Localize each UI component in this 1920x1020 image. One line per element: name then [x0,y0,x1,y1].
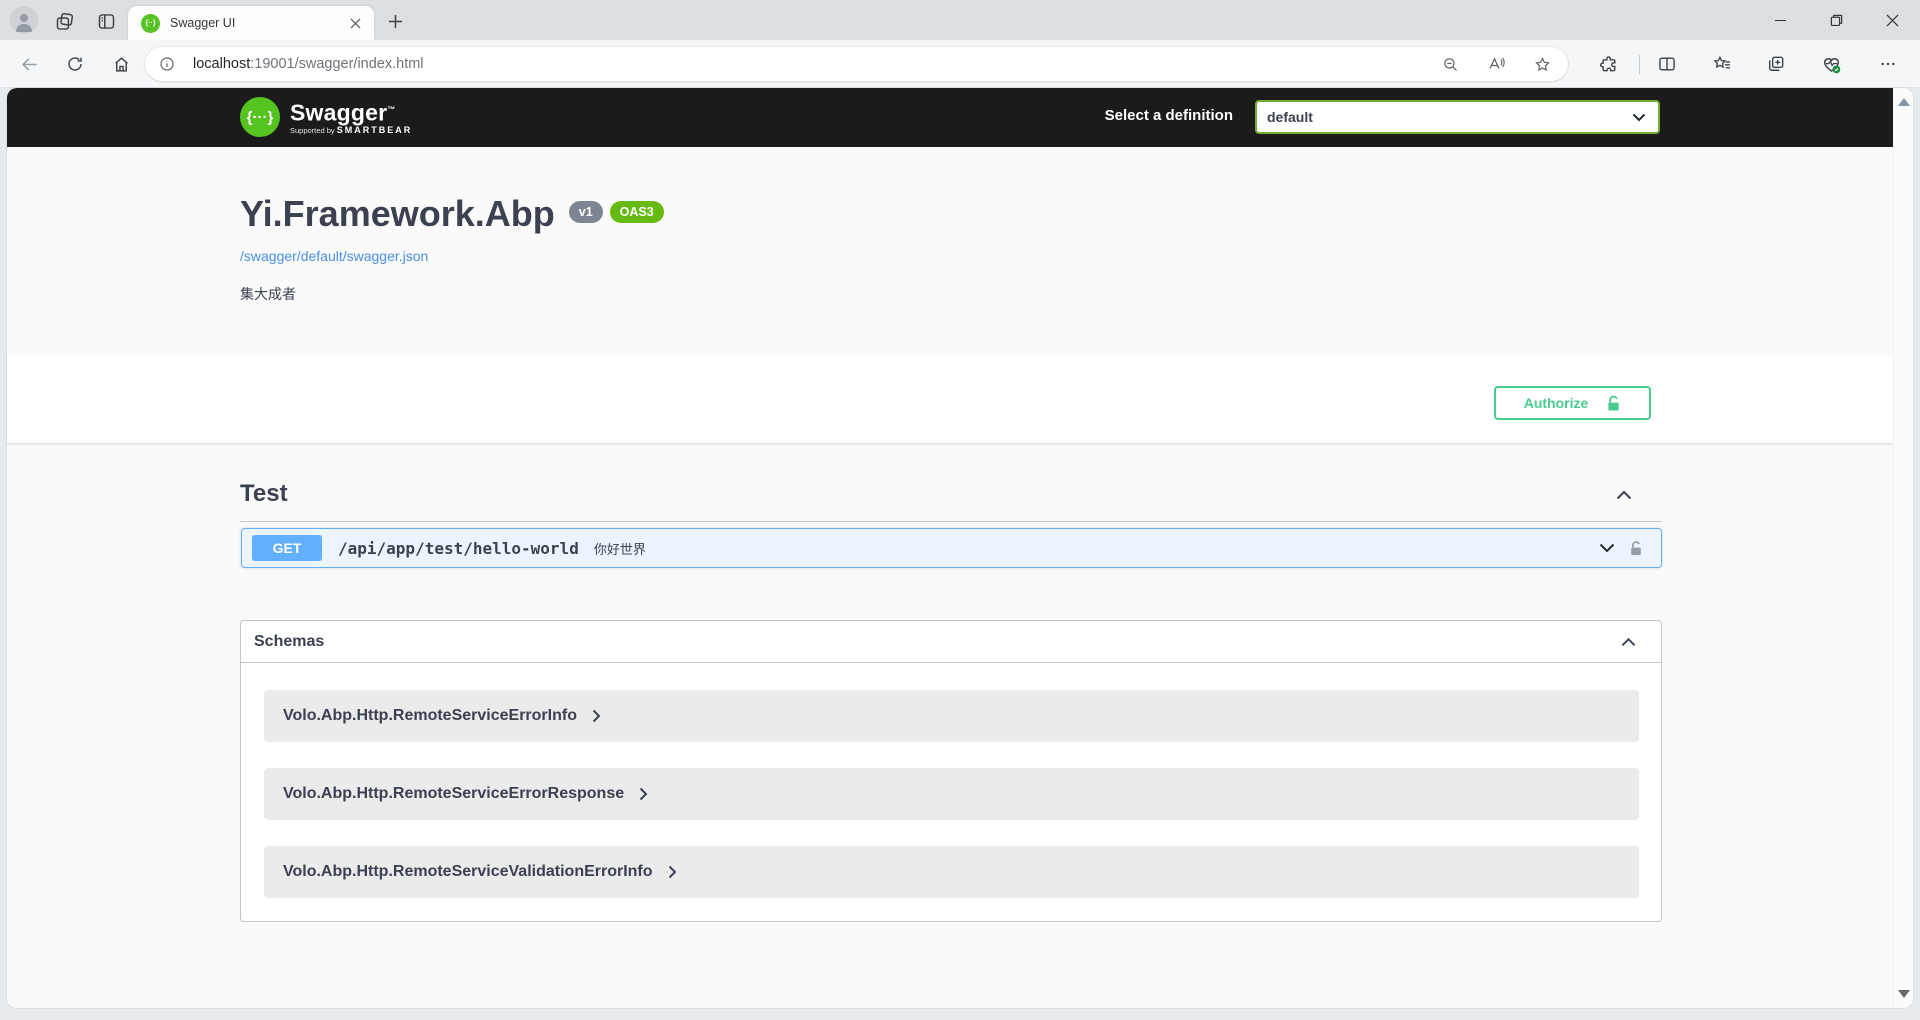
oas3-badge: OAS3 [610,201,664,223]
scheme-container: Authorize [7,355,1893,443]
tab-actions-icon[interactable] [93,8,119,34]
person-icon [13,10,35,32]
api-description: 集大成者 [240,284,296,304]
authorize-label: Authorize [1524,395,1589,411]
definition-select[interactable]: default [1255,100,1660,134]
tab-close-icon[interactable] [344,12,366,34]
swagger-topbar: {···} Swagger™ Supported by SMARTBEAR Se… [7,88,1893,147]
definition-select-label: Select a definition [1105,107,1233,124]
scroll-down-arrow-icon[interactable] [1898,990,1910,998]
tag-section-title: Test [240,480,288,508]
operation-path: /api/app/test/hello-world [338,539,579,558]
tab-title: Swagger UI [170,16,344,30]
refresh-button[interactable] [62,51,88,77]
scroll-up-arrow-icon[interactable] [1898,98,1910,106]
home-icon [112,55,131,74]
toolbar-divider [1639,55,1640,74]
restore-icon [1830,14,1843,27]
model-name: Volo.Abp.Http.RemoteServiceErrorResponse [283,785,624,803]
tag-collapse-button[interactable] [1609,482,1639,508]
read-aloud-icon[interactable] [1484,52,1508,76]
home-button[interactable] [108,51,134,77]
chevron-right-icon [668,865,677,879]
version-badge: v1 [569,201,603,223]
api-title: Yi.Framework.Abp [240,192,555,236]
minimize-icon [1775,20,1786,21]
schemas-collapse-button[interactable] [1613,630,1643,654]
logo-brand: SMARTBEAR [337,125,413,135]
api-title-row: Yi.Framework.Abp v1 OAS3 [240,192,664,236]
swagger-favicon-icon: {··} [141,14,160,33]
extensions-icon[interactable] [1596,51,1622,77]
model-name: Volo.Abp.Http.RemoteServiceValidationErr… [283,863,653,881]
split-screen-icon[interactable] [1654,51,1680,77]
favorite-star-icon[interactable] [1530,52,1554,76]
schemas-header[interactable]: Schemas [241,621,1661,663]
swagger-logo: {···} Swagger™ Supported by SMARTBEAR [240,97,412,137]
method-badge: GET [252,535,322,561]
back-button[interactable] [16,51,42,77]
swagger-page: {···} Swagger™ Supported by SMARTBEAR Se… [7,88,1893,1008]
back-icon [20,55,39,74]
schemas-title: Schemas [254,633,324,651]
model-row-remote-service-error-info[interactable]: Volo.Abp.Http.RemoteServiceErrorInfo [264,690,1639,742]
swagger-logo-icon: {···} [240,97,280,137]
plus-icon [388,14,403,29]
chevron-right-icon [592,709,601,723]
minimize-button[interactable] [1752,0,1808,40]
url-text[interactable]: localhost:19001/swagger/index.html [193,56,1438,72]
workspaces-icon [54,11,75,32]
operation-lock-icon[interactable] [1629,540,1643,557]
chevron-right-icon [639,787,648,801]
definition-selected-value: default [1267,109,1632,125]
url-host: localhost [193,56,250,72]
chevron-down-icon [1632,113,1646,122]
logo-trademark: ™ [387,105,395,114]
close-button[interactable] [1864,0,1920,40]
restore-button[interactable] [1808,0,1864,40]
unlocked-padlock-icon [1606,395,1621,412]
logo-tagline: Supported by [290,126,337,135]
model-row-remote-service-validation-error-info[interactable]: Volo.Abp.Http.RemoteServiceValidationErr… [264,846,1639,898]
url-path: :19001/swagger/index.html [250,56,423,72]
spec-json-link[interactable]: /swagger/default/swagger.json [240,248,428,264]
site-info-icon[interactable] [155,52,179,76]
zoom-out-icon[interactable] [1438,52,1462,76]
vertical-scrollbar[interactable] [1893,88,1913,1008]
model-name: Volo.Abp.Http.RemoteServiceErrorInfo [283,707,577,725]
logo-word: Swagger [290,99,387,125]
schemas-section: Schemas Volo.Abp.Http.RemoteServiceError… [240,620,1662,922]
browser-toolbar: localhost:19001/swagger/index.html [0,40,1920,88]
new-tab-button[interactable] [382,8,408,34]
model-row-remote-service-error-response[interactable]: Volo.Abp.Http.RemoteServiceErrorResponse [264,768,1639,820]
tab-bar: {··} Swagger UI [0,0,1920,40]
workspaces-icon[interactable] [51,8,77,34]
chevron-up-icon [1621,637,1636,647]
authorize-button[interactable]: Authorize [1494,386,1651,420]
settings-more-icon[interactable] [1875,51,1901,77]
swagger-logo-text: Swagger™ Supported by SMARTBEAR [290,99,412,136]
tab-actions-icon [96,11,117,32]
window-controls [1752,0,1920,40]
refresh-icon [66,55,84,73]
collections-icon[interactable] [1763,51,1789,77]
page-frame: {···} Swagger™ Supported by SMARTBEAR Se… [7,88,1913,1008]
favorites-bar-icon[interactable] [1709,51,1735,77]
operation-summary: 你好世界 [594,539,646,558]
chevron-down-icon[interactable] [1599,543,1615,553]
close-icon [1886,14,1899,27]
browser-essentials-icon[interactable] [1818,51,1844,77]
profile-avatar[interactable] [10,6,38,34]
browser-tab[interactable]: {··} Swagger UI [128,6,374,40]
address-bar[interactable]: localhost:19001/swagger/index.html [145,47,1568,81]
tag-divider [240,521,1662,522]
chevron-up-icon [1616,490,1632,500]
operation-get-hello-world[interactable]: GET /api/app/test/hello-world 你好世界 [241,528,1662,568]
